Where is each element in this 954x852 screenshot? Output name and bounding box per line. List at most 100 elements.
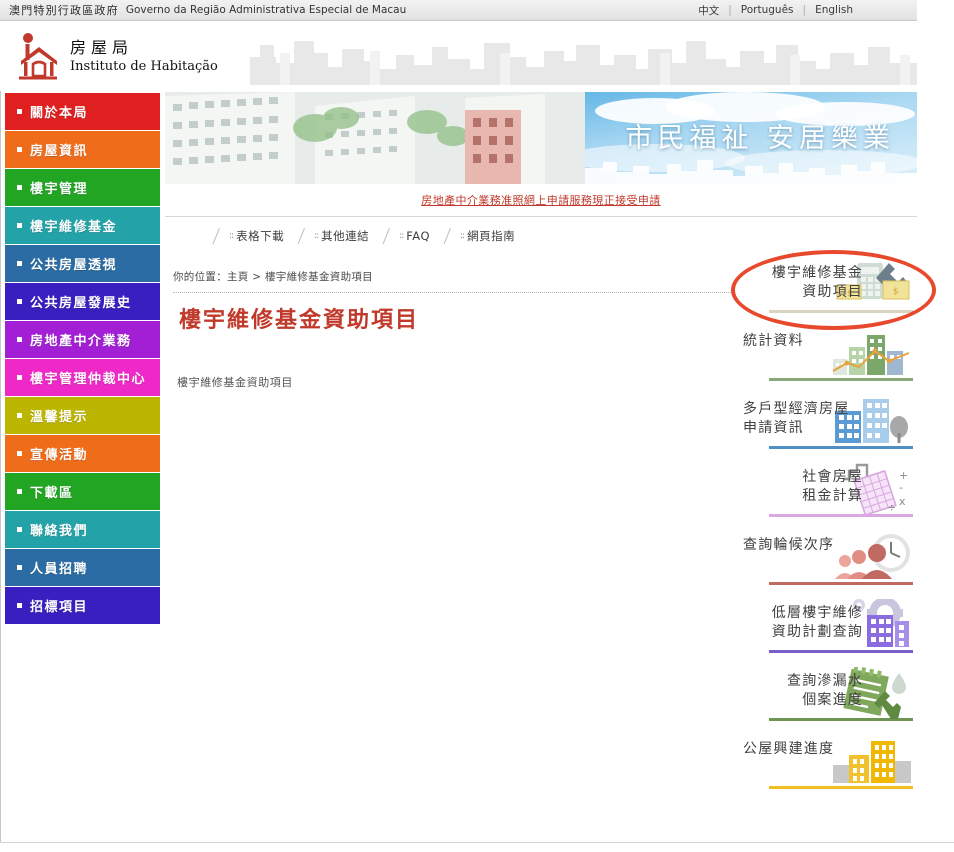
quick-link-4[interactable]: 查詢輪候次序 bbox=[735, 524, 917, 592]
tab-slash-icon bbox=[213, 228, 229, 245]
tab-prefix: :: bbox=[460, 231, 464, 241]
sidebar-item-13[interactable]: 招標項目 bbox=[5, 587, 160, 624]
quick-link-label: 低層樓宇維修 資助計劃查詢 bbox=[743, 604, 863, 642]
notice-bar: 房地產中介業務准照網上申請服務現正接受申請 bbox=[165, 184, 917, 217]
site-logo[interactable]: 房屋局 Instituto de Habitação bbox=[15, 31, 218, 81]
sidebar-item-label: 房屋資訊 bbox=[30, 140, 88, 159]
notice-link[interactable]: 房地產中介業務准照網上申請服務現正接受申請 bbox=[421, 192, 660, 208]
breadcrumb-divider bbox=[173, 292, 733, 293]
svg-text:$: $ bbox=[893, 287, 899, 297]
svg-text:-: - bbox=[899, 481, 903, 494]
quick-link-label: 查詢輪候次序 bbox=[743, 536, 834, 555]
sidebar-item-0[interactable]: 關於本局 bbox=[5, 93, 160, 130]
quick-link-label: 統計資料 bbox=[743, 332, 804, 351]
sidebar-item-3[interactable]: 樓宇維修基金 bbox=[5, 207, 160, 244]
quick-link-label: 社會房屋 租金計算 bbox=[743, 468, 863, 506]
sidebar-item-label: 樓宇管理 bbox=[30, 178, 88, 197]
bullet-icon bbox=[17, 451, 22, 456]
quick-link-5[interactable]: 低層樓宇維修 資助計劃查詢 bbox=[735, 592, 917, 660]
quick-link-0[interactable]: $$樓宇維修基金 資助項目 bbox=[735, 252, 917, 320]
sidebar-item-10[interactable]: 下載區 bbox=[5, 473, 160, 510]
sidebar-item-1[interactable]: 房屋資訊 bbox=[5, 131, 160, 168]
bullet-icon bbox=[17, 489, 22, 494]
sidebar-item-5[interactable]: 公共房屋發展史 bbox=[5, 283, 160, 320]
language-separator-1: | bbox=[728, 4, 732, 16]
svg-text:÷: ÷ bbox=[887, 501, 896, 514]
sidebar-item-label: 下載區 bbox=[30, 482, 74, 501]
tab-prefix: :: bbox=[229, 231, 233, 241]
skyline-decoration bbox=[250, 23, 917, 85]
bullet-icon bbox=[17, 261, 22, 266]
sidebar-item-label: 樓宇維修基金 bbox=[30, 216, 117, 235]
language-link-portuguese[interactable]: Português bbox=[741, 4, 794, 16]
window-bottom-edge bbox=[0, 842, 954, 852]
bullet-icon bbox=[17, 109, 22, 114]
sidebar-item-6[interactable]: 房地產中介業務 bbox=[5, 321, 160, 358]
sidebar-item-4[interactable]: 公共房屋透視 bbox=[5, 245, 160, 282]
tab-label: 其他連結 bbox=[321, 228, 383, 244]
banner-building-photo bbox=[165, 92, 585, 184]
tab-prefix: :: bbox=[399, 231, 403, 241]
house-person-icon bbox=[15, 31, 61, 81]
bullet-icon bbox=[17, 147, 22, 152]
logo-title-chinese: 房屋局 bbox=[70, 38, 218, 58]
gov-title-chinese: 澳門特別行政區政府 bbox=[9, 2, 119, 18]
site-header: 房屋局 Instituto de Habitação bbox=[0, 21, 917, 91]
banner-slogan: 市民福祉 安居樂業 bbox=[625, 116, 895, 155]
tab-slash-icon bbox=[444, 228, 460, 245]
quick-link-1[interactable]: 統計資料 bbox=[735, 320, 917, 388]
sidebar-navigation: 關於本局房屋資訊樓宇管理樓宇維修基金公共房屋透視公共房屋發展史房地產中介業務樓宇… bbox=[5, 93, 160, 625]
bullet-icon bbox=[17, 527, 22, 532]
secondary-menu: ::表格下載::其他連結::FAQ::網頁指南 bbox=[165, 217, 917, 255]
sidebar-item-label: 公共房屋發展史 bbox=[30, 292, 132, 311]
language-switcher: 中文 | Português | English bbox=[698, 3, 917, 18]
quick-link-label: 查詢滲漏水 個案進度 bbox=[743, 672, 863, 710]
quick-link-7[interactable]: 公屋興建進度 bbox=[735, 728, 917, 796]
language-link-english[interactable]: English bbox=[815, 4, 853, 16]
sidebar-item-label: 招標項目 bbox=[30, 596, 88, 615]
sidebar-item-label: 公共房屋透視 bbox=[30, 254, 117, 273]
quick-links-rail: $$樓宇維修基金 資助項目統計資料多戶型經濟房屋 申請資訊+-x÷社會房屋 租金… bbox=[735, 252, 917, 796]
svg-text:x: x bbox=[899, 495, 906, 508]
bullet-icon bbox=[17, 375, 22, 380]
bullet-icon bbox=[17, 565, 22, 570]
sidebar-item-label: 溫馨提示 bbox=[30, 406, 88, 425]
sidebar-item-label: 關於本局 bbox=[30, 102, 88, 121]
sidebar-item-7[interactable]: 樓宇管理仲裁中心 bbox=[5, 359, 160, 396]
quick-link-label: 多戶型經濟房屋 申請資訊 bbox=[743, 400, 849, 438]
sidebar-item-9[interactable]: 宣傳活動 bbox=[5, 435, 160, 472]
quick-link-3[interactable]: +-x÷社會房屋 租金計算 bbox=[735, 456, 917, 524]
sidebar-item-label: 宣傳活動 bbox=[30, 444, 88, 463]
window-left-border bbox=[0, 0, 1, 852]
menu-tab-0[interactable]: ::表格下載 bbox=[213, 228, 298, 245]
quick-link-label: 公屋興建進度 bbox=[743, 740, 834, 759]
menu-tab-1[interactable]: ::其他連結 bbox=[298, 228, 383, 245]
people-clock-icon bbox=[829, 531, 915, 583]
language-link-chinese[interactable]: 中文 bbox=[698, 3, 719, 18]
government-top-bar: 澳門特別行政區政府 Governo da Região Administrati… bbox=[0, 0, 917, 21]
bullet-icon bbox=[17, 223, 22, 228]
quick-link-2[interactable]: 多戶型經濟房屋 申請資訊 bbox=[735, 388, 917, 456]
menu-tab-2[interactable]: ::FAQ bbox=[383, 228, 444, 245]
sidebar-item-2[interactable]: 樓宇管理 bbox=[5, 169, 160, 206]
bullet-icon bbox=[17, 337, 22, 342]
quick-link-6[interactable]: 查詢滲漏水 個案進度 bbox=[735, 660, 917, 728]
tab-prefix: :: bbox=[314, 231, 318, 241]
sidebar-item-8[interactable]: 溫馨提示 bbox=[5, 397, 160, 434]
sidebar-item-12[interactable]: 人員招聘 bbox=[5, 549, 160, 586]
tab-label: FAQ bbox=[406, 229, 444, 243]
menu-tab-3[interactable]: ::網頁指南 bbox=[444, 228, 529, 245]
sidebar-item-label: 房地產中介業務 bbox=[30, 330, 132, 349]
sidebar-item-11[interactable]: 聯絡我們 bbox=[5, 511, 160, 548]
gov-bar-titles: 澳門特別行政區政府 Governo da Região Administrati… bbox=[0, 2, 406, 18]
bullet-icon bbox=[17, 299, 22, 304]
page-root: 澳門特別行政區政府 Governo da Região Administrati… bbox=[0, 0, 954, 852]
page-right-gutter bbox=[917, 0, 954, 852]
bullet-icon bbox=[17, 185, 22, 190]
tab-slash-icon bbox=[298, 228, 314, 245]
logo-title-portuguese: Instituto de Habitação bbox=[70, 59, 218, 74]
tab-slash-icon bbox=[383, 228, 399, 245]
banner-city-silhouette bbox=[585, 158, 917, 184]
bullet-icon bbox=[17, 413, 22, 418]
yellow-buildings-icon bbox=[829, 735, 915, 787]
